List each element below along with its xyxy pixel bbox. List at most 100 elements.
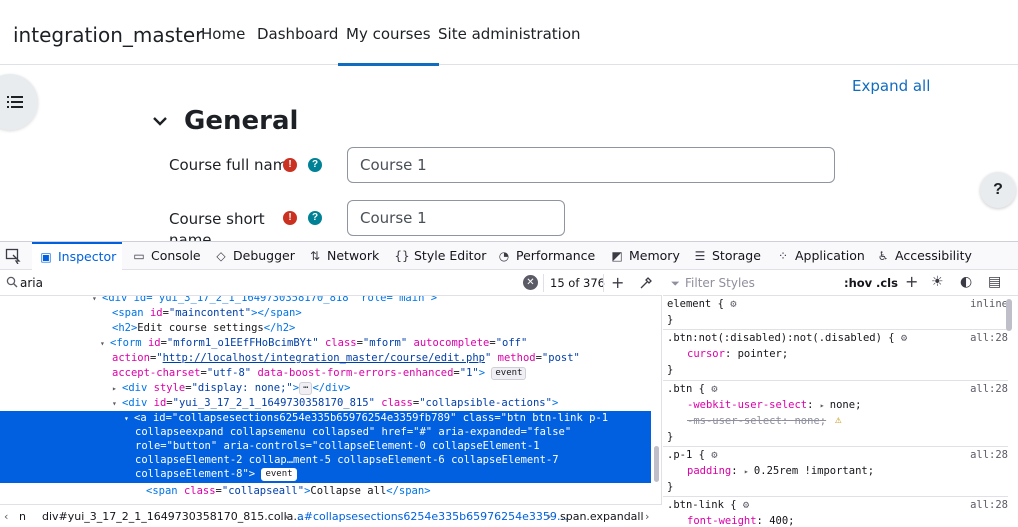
- help-icon[interactable]: ?: [308, 211, 322, 225]
- rule-text: .p-1 {: [667, 449, 705, 461]
- markup-link[interactable]: http://localhost/integration_master/cour…: [163, 352, 485, 364]
- section-title[interactable]: General: [184, 106, 298, 136]
- breadcrumb-separator-icon: ›: [547, 510, 552, 523]
- tab-memory[interactable]: ◩ Memory: [609, 242, 680, 270]
- rule-selector[interactable]: element { ⚙: [667, 296, 737, 312]
- tab-style-editor[interactable]: {} Style Editor: [394, 242, 486, 270]
- tab-inspector[interactable]: ▣ Inspector: [32, 242, 123, 270]
- rule-selector[interactable]: .btn:not(:disabled):not(.disabled) { ⚙: [667, 330, 907, 346]
- nav-site-administration[interactable]: Site administration: [438, 25, 581, 43]
- tab-network[interactable]: ⇅ Network: [307, 242, 379, 270]
- light-scheme-icon[interactable]: ☀: [931, 274, 944, 290]
- rule-value: 0.25rem !important: [753, 465, 868, 477]
- markup-node[interactable]: ▾ <div id="yui_3_17_2_1_1649730358170_815…: [112, 396, 662, 411]
- inspector-icon: ▣: [40, 250, 52, 264]
- rule-declaration[interactable]: cursor: pointer;: [687, 346, 788, 362]
- breadcrumb-item[interactable]: div#yui_3_17_2_1_1649730358170_815.colla…: [42, 505, 304, 527]
- gear-icon[interactable]: ⚙: [711, 449, 717, 461]
- markup-text: <a id="collapsesections6254e335b65976254…: [134, 412, 609, 424]
- markup-text: <div id="yui_3_17_2_1_1649730358170_818"…: [102, 296, 438, 304]
- devtools-tabbar: ▣ Inspector ▭ Console ◇ Debugger ⇅ Network {…: [0, 242, 1018, 270]
- rule-selector[interactable]: .p-1 { ⚙: [667, 447, 718, 463]
- markup-text: collapsible-actions: [425, 397, 546, 409]
- markup-line: collapseElement-8"> event: [135, 467, 662, 482]
- breadcrumb-item[interactable]: a#collapsesections6254e335b65976254e3359…: [297, 505, 568, 527]
- hov-toggle[interactable]: :hov: [844, 276, 872, 290]
- rule-selector[interactable]: .btn-link { ⚙: [667, 497, 749, 513]
- gear-icon[interactable]: ⚙: [711, 383, 717, 395]
- markup-node[interactable]: <span class="collapseall">Collapse all</…: [146, 484, 662, 499]
- cls-toggle[interactable]: .cls: [876, 276, 898, 290]
- rule-source[interactable]: all:28: [970, 447, 1008, 463]
- gear-icon[interactable]: ⚙: [743, 499, 749, 511]
- filter-icon: ⏷: [671, 277, 680, 290]
- nav-dashboard[interactable]: Dashboard: [257, 25, 338, 43]
- tab-performance[interactable]: ◔ Performance: [496, 242, 595, 270]
- tab-storage[interactable]: ☰ Storage: [692, 242, 761, 270]
- rule-source[interactable]: all:28: [970, 381, 1008, 397]
- collapsed-content-badge[interactable]: ⋯: [299, 382, 313, 395]
- rules-toolbar: ⏷ Filter Styles :hov .cls + ☀ ◐ ▤: [663, 271, 1018, 296]
- gear-icon[interactable]: ⚙: [901, 332, 907, 344]
- markup-line: collapseexpand collapsemenu collapsed" h…: [135, 425, 662, 440]
- gear-icon[interactable]: ⚙: [730, 298, 736, 310]
- nav-my-courses[interactable]: My courses: [338, 25, 439, 66]
- course-index-toggle[interactable]: [0, 74, 38, 130]
- tab-label: Inspector: [58, 249, 117, 264]
- selected-markup-node[interactable]: ▾ <a id="collapsesections6254e335b6597625…: [0, 411, 651, 483]
- markup-scrollbar[interactable]: [654, 446, 659, 482]
- rule-property: -ms-user-select: [687, 415, 782, 427]
- tab-accessibility[interactable]: ♿ Accessibility: [875, 242, 972, 270]
- breadcrumb-scroll-left-icon[interactable]: ‹: [4, 505, 8, 527]
- clear-search-icon[interactable]: ✕: [523, 275, 538, 290]
- search-icon: [6, 276, 18, 288]
- tab-application[interactable]: ⁘ Application: [775, 242, 865, 270]
- markup-node[interactable]: ▾ <div id="yui_3_17_2_1_1649730358170_818…: [92, 296, 662, 306]
- markup-line: role="button" aria-controls="collapseEle…: [135, 439, 662, 454]
- tab-label: Accessibility: [895, 248, 972, 263]
- markup-panel: aria ✕ 15 of 376 + ▾ <div id="yui_3_17_2_…: [0, 271, 662, 527]
- course-short-name-input[interactable]: Course 1: [347, 200, 565, 236]
- rule-source[interactable]: inline: [970, 296, 1008, 312]
- add-rule-icon[interactable]: +: [905, 272, 918, 291]
- rule-text: .btn {: [667, 383, 705, 395]
- required-icon: !: [283, 158, 297, 172]
- breadcrumb-item[interactable]: span.expandall: [560, 505, 644, 527]
- print-simulation-icon[interactable]: ▤: [988, 274, 1001, 290]
- breadcrumb-scroll-right-icon[interactable]: ›: [645, 505, 649, 527]
- rule-declaration[interactable]: font-weight: 400;: [687, 513, 795, 527]
- element-picker-icon[interactable]: [5, 248, 21, 264]
- markup-node[interactable]: accept-charset="utf-8" data-boost-form-e…: [112, 366, 662, 381]
- tab-debugger[interactable]: ◇ Debugger: [213, 242, 295, 270]
- course-full-name-input[interactable]: Course 1: [347, 147, 835, 183]
- rules-scrollbar[interactable]: [1006, 299, 1012, 331]
- help-icon[interactable]: ?: [308, 158, 322, 172]
- eyedropper-icon[interactable]: [639, 276, 653, 290]
- chevron-down-icon[interactable]: [152, 113, 168, 129]
- rule-source[interactable]: all:28: [970, 497, 1008, 513]
- nav-home[interactable]: Home: [201, 25, 245, 43]
- markup-node[interactable]: <span id="maincontent"></span>: [112, 306, 662, 321]
- filter-styles-input[interactable]: Filter Styles: [685, 276, 755, 290]
- add-node-icon[interactable]: +: [611, 273, 624, 292]
- rule-source[interactable]: all:28: [970, 330, 1008, 346]
- tab-console[interactable]: ▭ Console: [131, 242, 200, 270]
- dark-scheme-icon[interactable]: ◐: [960, 274, 972, 290]
- expand-all-link[interactable]: Expand all: [852, 77, 930, 95]
- rule-declaration-overridden[interactable]: -ms-user-select: none;: [687, 413, 826, 429]
- markup-search-input[interactable]: aria: [20, 276, 43, 290]
- help-fab-button[interactable]: ?: [980, 172, 1016, 208]
- tab-label: Storage: [712, 248, 761, 263]
- markup-node[interactable]: action="http://localhost/integration_mas…: [112, 351, 662, 366]
- rule-declaration[interactable]: padding: ▸ 0.25rem !important;: [687, 463, 874, 480]
- warning-icon[interactable]: ⚠: [835, 412, 842, 428]
- event-badge[interactable]: event: [491, 367, 527, 380]
- markup-node[interactable]: <h2>Edit course settings</h2>: [112, 321, 662, 336]
- markup-node[interactable]: ▸ <div style="display: none;"> ⋯ </div>: [112, 381, 662, 396]
- rule-selector[interactable]: .btn { ⚙: [667, 381, 718, 397]
- breadcrumb-item[interactable]: n: [19, 505, 26, 527]
- event-badge[interactable]: event: [261, 468, 297, 481]
- rule-property: -webkit-user-select: [687, 399, 808, 411]
- markup-node[interactable]: ▾ <form id="mform1_o1EEfFHoBcimBYt" class…: [100, 336, 662, 351]
- site-name[interactable]: integration_master: [13, 23, 203, 47]
